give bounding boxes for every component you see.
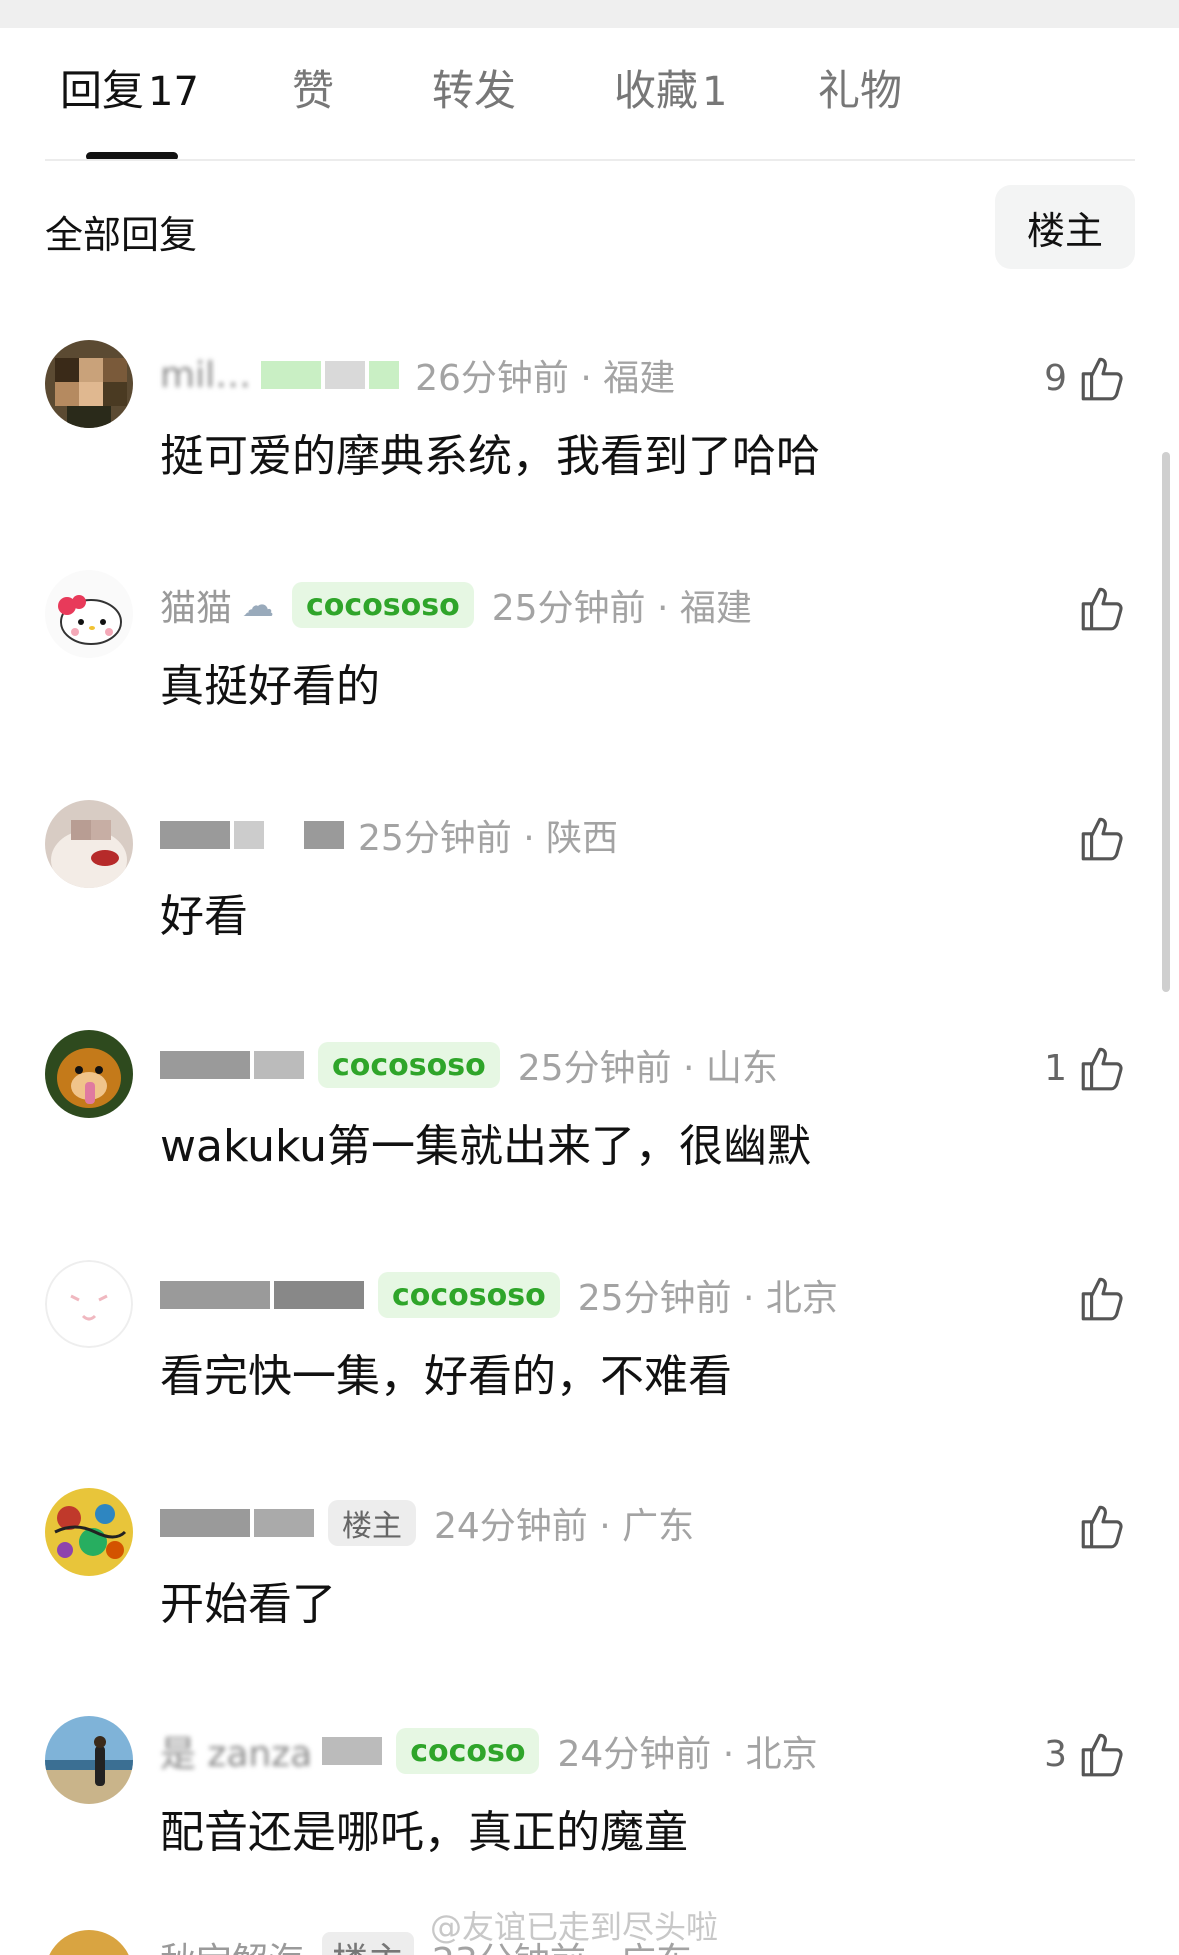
comment-text: 真挺好看的 [160,661,380,712]
comment-meta: cocososo 25分钟前 · 山东 [160,1040,778,1090]
redaction [160,1509,250,1537]
comment-text: wakuku第一集就出来了，很幽默 [160,1121,811,1172]
tab-gifts[interactable]: 礼物 [818,70,902,112]
like-count: 1 [1044,1047,1067,1089]
avatar[interactable] [45,340,133,428]
username[interactable]: 猫猫 [160,579,232,631]
redaction [325,361,366,389]
comment-item: 猫猫 ☁ cocososo 25分钟前 · 福建 真挺好看的 [0,570,1179,770]
comment-time: 25分钟前 · 陕西 [358,818,619,859]
tab-count: 1 [702,69,728,115]
redaction [254,1509,314,1537]
thumbs-up-icon [1081,357,1123,401]
avatar[interactable] [45,1488,133,1576]
comment-meta: 是 zanza cocoso 24分钟前 · 北京 [160,1726,818,1776]
like-button[interactable] [1077,580,1127,636]
comment-text: 开始看了 [160,1579,336,1630]
redaction [160,1281,270,1309]
thumbs-up-icon [1081,1505,1123,1549]
tab-count: 17 [148,69,199,115]
like-button[interactable]: 9 [1044,350,1127,406]
avatar[interactable] [45,800,133,888]
fan-badge: cocoso [396,1728,540,1774]
comment-time: 25分钟前 · 福建 [491,588,752,629]
status-strip [0,0,1179,28]
comment-item: 25分钟前 · 陕西 好看 [0,800,1179,1000]
thumbs-up-icon [1081,1277,1123,1321]
all-replies-label: 全部回复 [45,213,198,257]
redaction [369,361,400,389]
avatar[interactable] [45,570,133,658]
comment-item: 楼主 24分钟前 · 广东 开始看了 [0,1488,1179,1688]
comment-item: cocososo 25分钟前 · 北京 看完快一集，好看的，不难看 [0,1260,1179,1460]
comment-meta: 25分钟前 · 陕西 [160,810,618,860]
tab-label: 赞 [292,66,335,115]
divider [45,159,1135,161]
username[interactable]: 秋宝解海 [160,1932,304,1955]
comment-time: 25分钟前 · 山东 [517,1048,778,1089]
tab-reposts[interactable]: 转发 [432,70,516,112]
comment-text: 好看 [160,891,248,942]
comment-text: 看完快一集，好看的，不难看 [160,1351,732,1402]
comment-text: 配音还是哪吒，真正的魔童 [160,1807,688,1858]
tab-label: 转发 [432,66,517,115]
thumbs-up-icon [1081,1047,1123,1091]
cloud-icon: ☁ [242,586,275,624]
tab-label: 回复 [60,66,145,115]
comment-meta: cocososo 25分钟前 · 北京 [160,1270,838,1320]
avatar[interactable] [45,1716,133,1804]
redaction [160,1051,250,1079]
comment-time: 25分钟前 · 北京 [577,1278,838,1319]
comment-time: 26分钟前 · 福建 [415,358,676,399]
comment-text: 挺可爱的摩典系统，我看到了哈哈 [160,431,820,482]
owner-filter-button[interactable]: 楼主 [995,185,1135,269]
owner-badge: 楼主 [322,1932,415,1955]
username[interactable]: mil… [160,355,251,396]
thumbs-up-icon [1081,817,1123,861]
redaction [254,1051,304,1079]
comment-meta: 楼主 24分钟前 · 广东 [160,1498,694,1548]
like-button[interactable] [1077,810,1127,866]
thumbs-up-icon [1081,587,1123,631]
watermark: @友谊已走到尽头啦 [430,1908,719,1946]
owner-badge: 楼主 [328,1500,416,1546]
redaction [274,1281,364,1309]
avatar[interactable] [45,1930,133,1955]
like-button[interactable]: 3 [1044,1726,1127,1782]
redaction [304,821,344,849]
tab-label: 礼物 [818,66,903,115]
like-button[interactable] [1077,1498,1127,1554]
redaction [234,821,264,849]
comment-item: 是 zanza cocoso 24分钟前 · 北京 配音还是哪吒，真正的魔童 3 [0,1716,1179,1916]
fan-badge: cocososo [318,1042,500,1088]
like-count: 9 [1044,357,1067,399]
comment-meta: 猫猫 ☁ cocososo 25分钟前 · 福建 [160,580,752,630]
filter-row: 全部回复 楼主 [0,180,1179,270]
redaction [261,361,322,389]
redaction [322,1737,383,1765]
comment-item: cocososo 25分钟前 · 山东 wakuku第一集就出来了，很幽默 1 [0,1030,1179,1230]
tab-label: 收藏 [614,66,699,115]
tab-bar: 回复 17 赞 转发 收藏 1 礼物 [0,28,1179,161]
username[interactable]: 是 zanza [160,1725,312,1777]
fan-badge: cocososo [292,582,474,628]
thumbs-up-icon [1081,1733,1123,1777]
comment-meta: mil… 26分钟前 · 福建 [160,350,675,400]
like-button[interactable]: 1 [1044,1040,1127,1096]
comment-time: 24分钟前 · 北京 [557,1734,818,1775]
fan-badge: cocososo [378,1272,560,1318]
tab-replies[interactable]: 回复 17 [60,69,199,115]
tab-likes[interactable]: 赞 [292,70,334,112]
comment-item: mil… 26分钟前 · 福建 挺可爱的摩典系统，我看到了哈哈 9 [0,340,1179,540]
scrollbar[interactable] [1162,452,1170,992]
like-count: 3 [1044,1733,1067,1775]
like-button[interactable] [1077,1270,1127,1326]
avatar[interactable] [45,1030,133,1118]
avatar[interactable] [45,1260,133,1348]
comment-time: 24分钟前 · 广东 [434,1506,695,1547]
redaction [160,821,230,849]
tab-favorites[interactable]: 收藏 1 [614,69,728,115]
